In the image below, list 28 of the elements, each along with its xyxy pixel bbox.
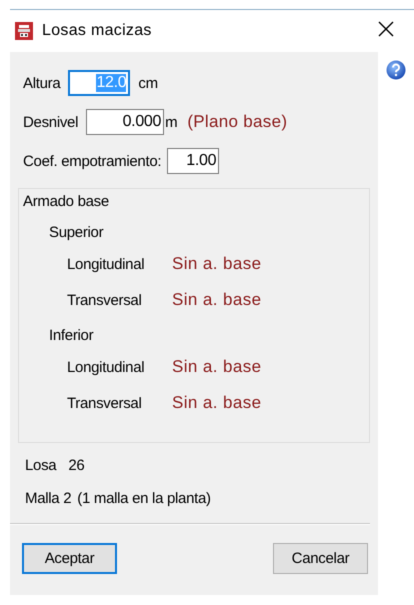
info-label: Malla 2 <box>25 490 72 507</box>
row-value: Sin a. base <box>172 393 262 413</box>
row-value: Sin a. base <box>172 290 262 310</box>
help-icon[interactable] <box>386 60 406 80</box>
field-label: Altura <box>23 74 60 92</box>
group-title: Armado base <box>22 193 110 210</box>
info-value: (1 malla en la planta) <box>77 490 211 507</box>
row-value: Sin a. base <box>172 254 262 274</box>
input-field[interactable]: 0.000 <box>86 109 164 135</box>
cancel-button[interactable]: Cancelar <box>273 543 368 574</box>
section-label: Superior <box>49 224 104 241</box>
row-label: Longitudinal <box>66 358 146 376</box>
input-field[interactable]: 1.00 <box>167 148 220 174</box>
field-label: Coef. empotramiento: <box>23 152 162 170</box>
unit-label: m <box>165 114 178 130</box>
unit-label: cm <box>138 74 158 92</box>
row-label: Transversal <box>66 292 142 308</box>
row-label: Longitudinal <box>66 256 146 272</box>
row-label: Transversal <box>66 394 142 412</box>
row-value: Sin a. base <box>172 357 262 377</box>
status-note: (Plano base) <box>187 112 288 132</box>
accept-button[interactable]: Aceptar <box>22 543 117 574</box>
info-label: Losa <box>25 457 56 474</box>
field-label: Desnivel <box>23 114 78 130</box>
window-title: Losas macizas <box>42 22 153 40</box>
app-icon <box>15 22 33 40</box>
info-value: 26 <box>68 457 84 474</box>
section-label: Inferior <box>49 327 94 344</box>
